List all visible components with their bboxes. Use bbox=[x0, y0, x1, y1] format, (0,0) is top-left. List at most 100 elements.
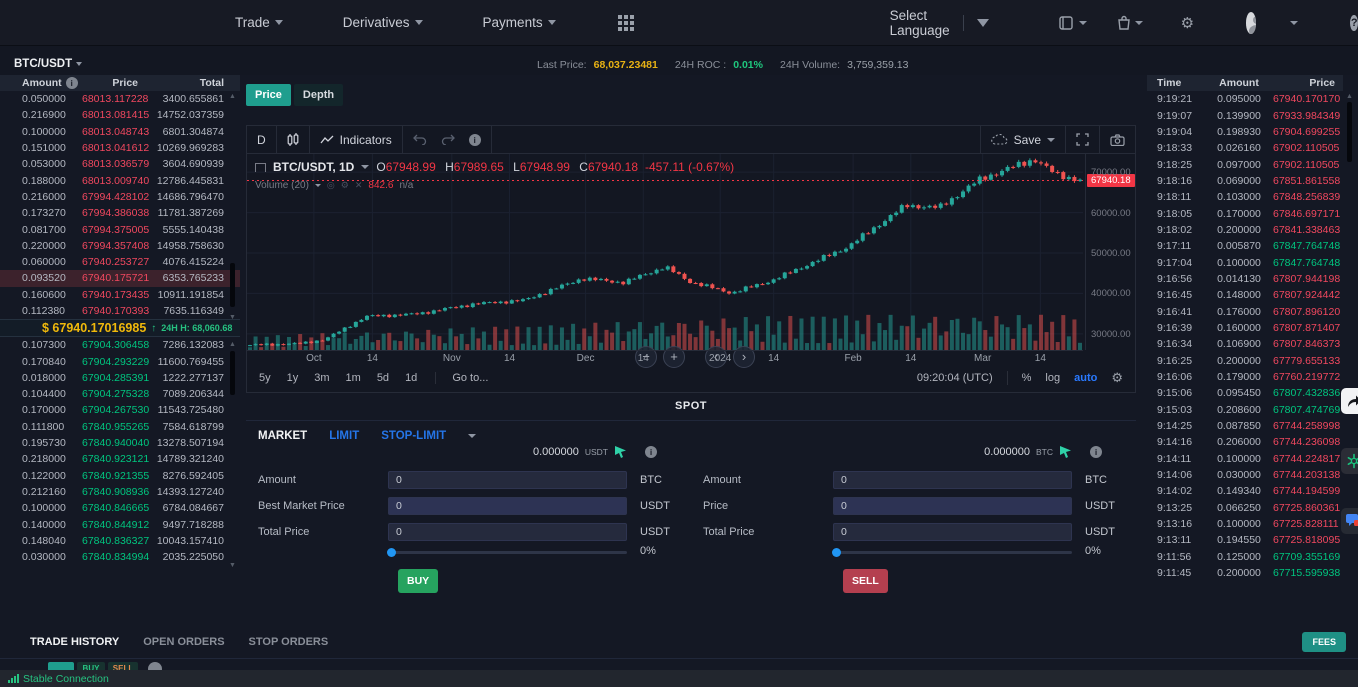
chart-info-icon[interactable]: i bbox=[469, 134, 481, 146]
user-avatar[interactable] bbox=[1246, 12, 1256, 34]
trade-row[interactable]: 9:11:560.12500067709.355169 bbox=[1147, 549, 1343, 565]
asks-scrollbar[interactable]: ▲ ▼ bbox=[228, 93, 237, 321]
interval-button[interactable]: D bbox=[247, 126, 277, 153]
order-book-row[interactable]: 0.17084067904.29322911600.769455 bbox=[0, 353, 240, 369]
redo-icon[interactable] bbox=[441, 134, 455, 145]
order-book-row[interactable]: 0.10000067840.8466656784.084667 bbox=[0, 500, 240, 516]
tab-stop-orders[interactable]: STOP ORDERS bbox=[249, 636, 329, 648]
range-button-5d[interactable]: 5d bbox=[377, 372, 389, 384]
visibility-icon[interactable]: ◎ bbox=[327, 180, 335, 191]
order-book-row[interactable]: 0.19573067840.94004013278.507194 bbox=[0, 435, 240, 451]
trade-row[interactable]: 9:15:060.09545067807.432836 bbox=[1147, 385, 1343, 401]
order-book-row[interactable]: 0.03000067840.8349942035.225050 bbox=[0, 549, 240, 565]
buy-total-input[interactable] bbox=[388, 523, 627, 541]
sell-button[interactable]: SELL bbox=[843, 569, 888, 593]
trade-row[interactable]: 9:16:250.20000067779.655133 bbox=[1147, 353, 1343, 369]
order-book-row[interactable]: 0.09352067940.1757216353.765233 bbox=[0, 270, 240, 286]
nav-item-derivatives[interactable]: Derivatives bbox=[343, 15, 423, 30]
trade-row[interactable]: 9:14:160.20600067744.236098 bbox=[1147, 434, 1343, 450]
trade-row[interactable]: 9:19:210.09500067940.170170 bbox=[1147, 91, 1343, 107]
order-book-row[interactable]: 0.05300068013.0365793604.690939 bbox=[0, 156, 240, 172]
trade-row[interactable]: 9:18:160.06900067851.861558 bbox=[1147, 173, 1343, 189]
assets-menu[interactable] bbox=[1117, 15, 1143, 30]
orders-menu[interactable] bbox=[1059, 16, 1087, 30]
order-book-row[interactable]: 0.05000068013.1172283400.655861 bbox=[0, 91, 240, 107]
trade-row[interactable]: 9:19:040.19893067904.699255 bbox=[1147, 124, 1343, 140]
percent-scale-button[interactable]: % bbox=[1022, 372, 1032, 384]
trade-row[interactable]: 9:16:410.17600067807.896120 bbox=[1147, 303, 1343, 319]
range-button-1m[interactable]: 1m bbox=[346, 372, 361, 384]
order-book-row[interactable]: 0.10000068013.0487436801.304874 bbox=[0, 124, 240, 140]
chevron-down-icon[interactable] bbox=[361, 165, 369, 169]
order-book-row[interactable]: 0.16060067940.17343510911.191854 bbox=[0, 287, 240, 303]
legend-symbol[interactable]: BTC/USDT, 1D bbox=[273, 160, 354, 174]
undo-icon[interactable] bbox=[413, 134, 427, 145]
axis-settings-icon[interactable]: ⚙ bbox=[1111, 370, 1123, 386]
tab-open-orders[interactable]: OPEN ORDERS bbox=[143, 636, 224, 648]
candle-style-button[interactable] bbox=[277, 126, 310, 153]
chatgpt-extension-icon[interactable] bbox=[1341, 448, 1358, 474]
trade-row[interactable]: 9:17:110.00587067847.764748 bbox=[1147, 238, 1343, 254]
order-book-row[interactable]: 0.14804067840.83632710043.157410 bbox=[0, 533, 240, 549]
trade-row[interactable]: 9:13:160.10000067725.828111 bbox=[1147, 516, 1343, 532]
tab-price[interactable]: Price bbox=[246, 84, 291, 106]
sell-price-input[interactable] bbox=[833, 497, 1072, 515]
order-book-row[interactable]: 0.21800067840.92312114789.321240 bbox=[0, 451, 240, 467]
trade-row[interactable]: 9:16:340.10690067807.846373 bbox=[1147, 336, 1343, 352]
trade-row[interactable]: 9:16:450.14800067807.924442 bbox=[1147, 287, 1343, 303]
tab-trade-history[interactable]: TRADE HISTORY bbox=[30, 636, 119, 648]
order-book-row[interactable]: 0.14000067840.8449129497.718288 bbox=[0, 516, 240, 532]
trade-row[interactable]: 9:14:250.08785067744.258998 bbox=[1147, 418, 1343, 434]
order-book-row[interactable]: 0.22000067994.35740814958.758630 bbox=[0, 238, 240, 254]
share-extension-icon[interactable] bbox=[1341, 388, 1358, 414]
range-button-1y[interactable]: 1y bbox=[287, 372, 299, 384]
last-price-bar[interactable]: $ 67940.17016985 ↑ 24H H: 68,060.68 bbox=[0, 319, 240, 337]
settings-gear-icon[interactable]: ⚙ bbox=[1181, 14, 1194, 32]
range-button-1d[interactable]: 1d bbox=[405, 372, 417, 384]
trade-row[interactable]: 9:18:050.17000067846.697171 bbox=[1147, 205, 1343, 221]
fees-button[interactable]: FEES bbox=[1302, 632, 1346, 652]
order-book-row[interactable]: 0.01800067904.2853911222.277137 bbox=[0, 370, 240, 386]
nav-item-payments[interactable]: Payments bbox=[483, 15, 556, 30]
sell-amount-input[interactable] bbox=[833, 471, 1072, 489]
clock-utc[interactable]: 09:20:04 (UTC) bbox=[917, 372, 993, 384]
snapshot-button[interactable] bbox=[1100, 126, 1135, 153]
range-button-5y[interactable]: 5y bbox=[259, 372, 271, 384]
log-scale-button[interactable]: log bbox=[1045, 372, 1060, 384]
order-book-row[interactable]: 0.21690068013.08141514752.037359 bbox=[0, 107, 240, 123]
trade-row[interactable]: 9:18:020.20000067841.338463 bbox=[1147, 222, 1343, 238]
trade-row[interactable]: 9:14:060.03000067744.203138 bbox=[1147, 467, 1343, 483]
bids-scrollbar[interactable]: ▲ ▼ bbox=[228, 341, 237, 569]
apps-grid-icon[interactable] bbox=[618, 15, 634, 31]
trade-row[interactable]: 9:16:060.17900067760.219772 bbox=[1147, 369, 1343, 385]
info-icon[interactable]: i bbox=[66, 77, 78, 89]
tab-depth[interactable]: Depth bbox=[294, 84, 343, 106]
price-axis[interactable]: 67940.18 70000.0060000.0050000.0040000.0… bbox=[1085, 154, 1137, 350]
trade-row[interactable]: 9:13:110.19455067725.818095 bbox=[1147, 532, 1343, 548]
trade-row[interactable]: 9:13:250.06625067725.860361 bbox=[1147, 500, 1343, 516]
buy-amount-input[interactable] bbox=[388, 471, 627, 489]
indicators-button[interactable]: Indicators bbox=[310, 126, 403, 153]
fullscreen-button[interactable] bbox=[1066, 126, 1100, 153]
trade-row[interactable]: 9:18:250.09700067902.110505 bbox=[1147, 156, 1343, 172]
trade-row[interactable]: 9:17:040.10000067847.764748 bbox=[1147, 254, 1343, 270]
order-book-row[interactable]: 0.10440067904.2753287089.206344 bbox=[0, 386, 240, 402]
language-selector-label[interactable]: Select Language bbox=[890, 8, 950, 38]
trade-row[interactable]: 9:18:110.10300067848.256839 bbox=[1147, 189, 1343, 205]
trade-row[interactable]: 9:18:330.02616067902.110505 bbox=[1147, 140, 1343, 156]
volume-legend-label[interactable]: Volume (20) bbox=[255, 180, 309, 191]
order-book-row[interactable]: 0.21216067840.90893614393.127240 bbox=[0, 484, 240, 500]
order-book-row[interactable]: 0.15100068013.04161210269.969283 bbox=[0, 140, 240, 156]
slider-handle[interactable] bbox=[832, 548, 841, 557]
chat-extension-icon[interactable] bbox=[1341, 508, 1358, 534]
trade-row[interactable]: 9:14:020.14934067744.194599 bbox=[1147, 483, 1343, 499]
order-book-row[interactable]: 0.08170067994.3750055555.140438 bbox=[0, 221, 240, 237]
range-button-3m[interactable]: 3m bbox=[314, 372, 329, 384]
auto-scale-button[interactable]: auto bbox=[1074, 372, 1097, 384]
order-book-row[interactable]: 0.06000067940.2537274076.415224 bbox=[0, 254, 240, 270]
trade-row[interactable]: 9:14:110.10000067744.224817 bbox=[1147, 451, 1343, 467]
order-book-row[interactable]: 0.11180067840.9552657584.618799 bbox=[0, 419, 240, 435]
order-book-row[interactable]: 0.12200067840.9213558276.592405 bbox=[0, 468, 240, 484]
settings-icon[interactable]: ⚙ bbox=[341, 180, 349, 191]
order-book-row[interactable]: 0.17327067994.38603811781.387269 bbox=[0, 205, 240, 221]
